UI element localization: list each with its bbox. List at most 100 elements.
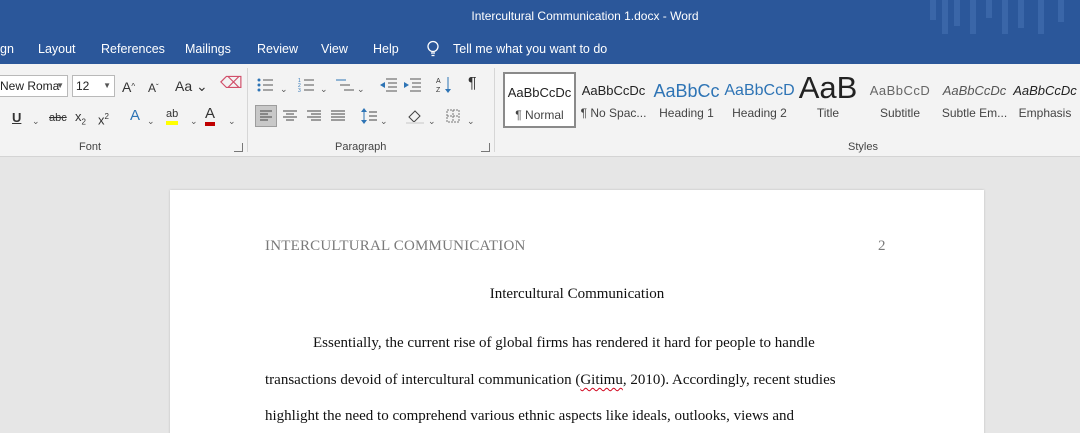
style-label: ¶ No Spac... xyxy=(580,106,647,120)
window-title: Intercultural Communication 1.docx - Wor… xyxy=(471,9,699,23)
chevron-down-icon[interactable]: ⌄ xyxy=(357,81,365,97)
group-separator xyxy=(247,68,248,152)
style-subtitle[interactable]: AaBbCcD Subtitle xyxy=(864,72,936,128)
ribbon: New Roma ▼ 12 ▼ A^ Aˇ Aa ⌄ ⌫ U ⌄ abc x2 … xyxy=(0,64,1080,157)
chevron-down-icon[interactable]: ⌄ xyxy=(32,113,40,129)
numbering-icon[interactable]: 1 2 3 xyxy=(298,78,314,92)
style-label: Heading 1 xyxy=(659,106,714,120)
svg-text:Z: Z xyxy=(436,87,441,94)
style-label: Heading 2 xyxy=(732,106,787,120)
chevron-down-icon[interactable]: ⌄ xyxy=(280,81,288,97)
increase-indent-icon[interactable] xyxy=(404,78,421,92)
style-sample: AaBbCcDc xyxy=(507,85,572,100)
chevron-down-icon[interactable]: ⌄ xyxy=(467,113,475,129)
tell-me-search[interactable]: Tell me what you want to do xyxy=(453,42,607,56)
svg-text:3: 3 xyxy=(298,88,301,92)
style-label: Subtitle xyxy=(879,106,921,120)
misspelled-word[interactable]: Gitimu xyxy=(580,372,623,388)
justify-icon[interactable] xyxy=(330,110,346,122)
borders-icon[interactable] xyxy=(446,109,460,123)
style-label: ¶ Normal xyxy=(515,108,564,122)
grow-font-button[interactable]: A^ xyxy=(122,79,135,95)
shading-icon[interactable] xyxy=(406,108,424,124)
font-dialog-launcher-icon[interactable] xyxy=(234,143,243,152)
multilevel-list-icon[interactable] xyxy=(336,78,354,92)
text-effects-button[interactable]: A xyxy=(130,108,140,124)
align-left-icon xyxy=(260,110,272,121)
align-center-icon[interactable] xyxy=(282,110,298,122)
title-bar-decoration xyxy=(920,0,1080,34)
running-head: INTERCULTURAL COMMUNICATION xyxy=(265,238,526,254)
chevron-down-icon[interactable]: ▼ xyxy=(103,76,111,96)
bullets-icon[interactable] xyxy=(257,78,273,92)
style-emphasis[interactable]: AaBbCcDc Emphasis xyxy=(1010,72,1080,128)
document-title: Intercultural Communication xyxy=(489,286,665,302)
font-group-label: Font xyxy=(79,141,102,153)
svg-text:A: A xyxy=(436,78,441,85)
document-page[interactable]: INTERCULTURAL COMMUNICATION 2 Intercultu… xyxy=(170,190,984,433)
change-case-button[interactable]: Aa ⌄ xyxy=(175,78,208,94)
style-normal[interactable]: AaBbCcDc ¶ Normal xyxy=(503,72,576,128)
chevron-down-icon[interactable]: ⌄ xyxy=(228,113,236,129)
body-text: transactions devoid of intercultural com… xyxy=(265,372,581,388)
paragraph-dialog-launcher-icon[interactable] xyxy=(481,143,490,152)
style-sample: AaBbCcDc xyxy=(1013,83,1077,98)
ribbon-tabs: gn Layout References Mailings Review Vie… xyxy=(0,34,1080,64)
highlight-color-button[interactable]: ab xyxy=(166,107,179,125)
paragraph-group-label: Paragraph xyxy=(335,141,387,153)
group-separator xyxy=(494,68,495,152)
style-heading-2[interactable]: AaBbCcD Heading 2 xyxy=(723,72,796,128)
underline-button[interactable]: U xyxy=(12,110,21,126)
style-label: Subtle Em... xyxy=(941,106,1008,120)
chevron-down-icon[interactable]: ⌄ xyxy=(190,113,198,129)
tab-review[interactable]: Review xyxy=(257,42,298,56)
body-line: transactions devoid of intercultural com… xyxy=(265,372,836,389)
body-line: Essentially, the current rise of global … xyxy=(313,335,815,351)
chevron-down-icon[interactable]: ⌄ xyxy=(320,81,328,97)
show-formatting-marks-button[interactable]: ¶ xyxy=(468,76,477,92)
strikethrough-button[interactable]: abc xyxy=(49,110,67,126)
font-color-button[interactable]: A xyxy=(205,106,216,126)
change-case-glyph: Aa xyxy=(175,78,193,94)
sort-icon[interactable]: AZ xyxy=(436,76,452,94)
style-label: Emphasis xyxy=(1018,106,1072,120)
chevron-down-icon[interactable]: ▼ xyxy=(56,76,64,96)
tab-references[interactable]: References xyxy=(101,42,165,56)
grow-font-glyph: A xyxy=(122,79,132,95)
tab-help[interactable]: Help xyxy=(373,42,399,56)
style-sample: AaB xyxy=(798,72,858,105)
body-line: highlight the need to comprehend various… xyxy=(265,408,795,424)
style-heading-1[interactable]: AaBbCc Heading 1 xyxy=(650,72,723,128)
style-sample: AaBbCcD xyxy=(869,83,931,98)
shrink-font-button[interactable]: Aˇ xyxy=(148,80,159,96)
chevron-down-icon[interactable]: ⌄ xyxy=(147,113,155,129)
title-bar: Intercultural Communication 1.docx - Wor… xyxy=(0,0,1080,34)
style-title[interactable]: AaB Title xyxy=(796,72,860,128)
page-number: 2 xyxy=(878,238,886,254)
tab-view[interactable]: View xyxy=(321,42,348,56)
shrink-font-glyph: A xyxy=(148,81,157,95)
clear-formatting-icon[interactable]: ⌫ xyxy=(220,76,243,92)
style-sample: AaBbCcDc xyxy=(942,83,1007,98)
line-spacing-icon[interactable] xyxy=(361,108,377,124)
style-sample: AaBbCc xyxy=(653,81,720,101)
subscript-button[interactable]: x2 xyxy=(75,109,86,131)
align-right-icon[interactable] xyxy=(306,110,322,122)
font-name-combo[interactable]: New Roma ▼ xyxy=(0,75,68,97)
body-text: , 2010). Accordingly, recent studies xyxy=(622,372,836,388)
style-label: Title xyxy=(816,106,840,120)
chevron-down-icon: ⌄ xyxy=(196,78,208,94)
style-no-spacing[interactable]: AaBbCcDc ¶ No Spac... xyxy=(577,72,650,128)
tab-design[interactable]: gn xyxy=(0,42,14,56)
style-subtle-emphasis[interactable]: AaBbCcDc Subtle Em... xyxy=(938,72,1011,128)
superscript-button[interactable]: x2 xyxy=(98,109,109,128)
font-name-value: New Roma xyxy=(0,79,60,93)
decrease-indent-icon[interactable] xyxy=(380,78,397,92)
tab-layout[interactable]: Layout xyxy=(38,42,76,56)
font-size-combo[interactable]: 12 ▼ xyxy=(72,75,115,97)
tab-mailings[interactable]: Mailings xyxy=(185,42,231,56)
align-left-button[interactable] xyxy=(255,105,277,127)
style-sample: AaBbCcDc xyxy=(581,83,646,98)
chevron-down-icon[interactable]: ⌄ xyxy=(380,113,388,129)
chevron-down-icon[interactable]: ⌄ xyxy=(428,113,436,129)
